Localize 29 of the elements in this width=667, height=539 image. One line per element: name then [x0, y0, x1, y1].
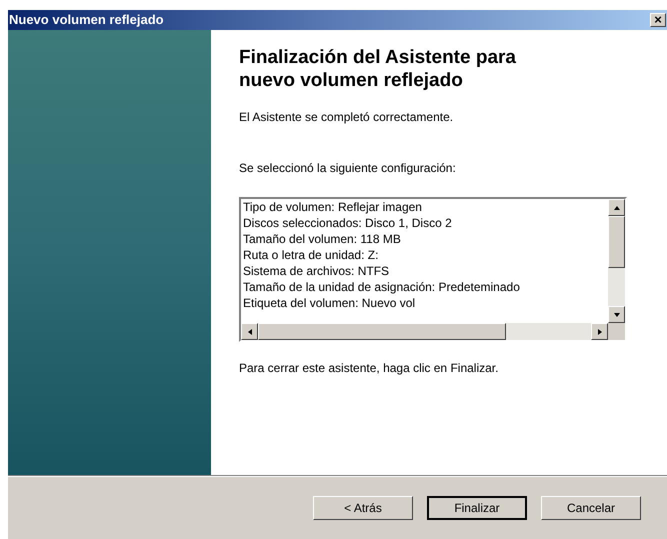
scroll-button[interactable] — [241, 323, 258, 340]
summary-line: Sistema de archivos: NTFS — [243, 263, 390, 279]
wizard-button[interactable]: Finalizar — [427, 496, 527, 520]
scrollbar-corner — [608, 323, 625, 340]
wizard-button[interactable]: Cancelar — [541, 496, 641, 520]
footer-text: Para cerrar este asistente, haga clic en Finalizar. — [239, 360, 500, 377]
up-arrow-icon — [612, 204, 620, 212]
vertical-scrollbar[interactable] — [608, 199, 625, 323]
summary-label: Se seleccionó la siguiente configuración: — [239, 160, 457, 177]
summary-line: Tipo de volumen: Reflejar imagen — [243, 199, 423, 215]
left-arrow-icon — [246, 328, 254, 336]
summary-line: Tamaño del volumen: 118 MB — [243, 231, 402, 247]
wizard-button[interactable]: < Atrás — [313, 496, 413, 520]
summary-line: Tamaño de la unidad de asignación: Predeteminado — [243, 279, 521, 295]
window-title: Nuevo volumen reflejado — [8, 11, 164, 30]
wizard-heading: Finalización del Asistente para nuevo volumen reflejado — [239, 46, 517, 92]
down-arrow-icon — [612, 310, 620, 318]
summary-line: Ruta o letra de unidad: Z: — [243, 247, 380, 263]
scroll-button[interactable] — [608, 199, 625, 216]
scroll-thumb[interactable] — [258, 323, 506, 340]
summary-line: Discos seleccionados: Disco 1, Disco 2 — [243, 215, 453, 231]
right-arrow-icon — [596, 328, 604, 336]
summary-line: Etiqueta del volumen: Nuevo vol — [243, 295, 416, 311]
close-button[interactable]: × — [650, 13, 666, 27]
scroll-button[interactable] — [591, 323, 608, 340]
scroll-thumb[interactable] — [608, 216, 625, 268]
status-text: El Asistente se completó correctamente. — [239, 109, 454, 126]
horizontal-scrollbar[interactable] — [241, 323, 608, 340]
scroll-button[interactable] — [608, 306, 625, 323]
